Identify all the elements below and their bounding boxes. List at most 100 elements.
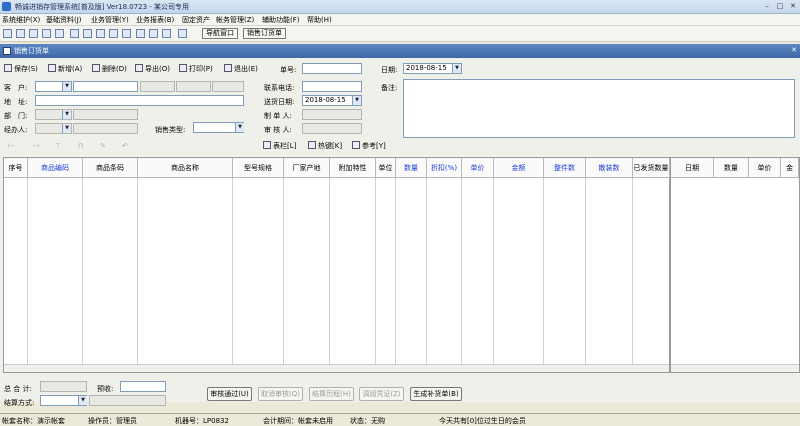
- menu-auxiliary[interactable]: 辅助功能(F): [262, 15, 300, 25]
- status-account: 帐套名称：演示帐套: [2, 417, 65, 425]
- column-header[interactable]: 序号: [4, 158, 28, 178]
- column-header[interactable]: 数量: [714, 158, 749, 178]
- toolbar-icon-12[interactable]: [149, 29, 158, 38]
- close-button[interactable]: ✕: [788, 2, 798, 11]
- department-select[interactable]: ▼: [35, 109, 72, 120]
- status-period: 会计期间：帐套未启用: [263, 417, 333, 425]
- minimize-button[interactable]: –: [762, 2, 772, 11]
- status-birthday: 今天共有[0]位过生日的会员: [439, 417, 526, 425]
- menu-accounts[interactable]: 帐务管理(Z): [216, 15, 254, 25]
- address-input[interactable]: [35, 95, 244, 106]
- column-header[interactable]: 日期: [671, 158, 714, 178]
- approve-button[interactable]: 审核通过(U): [207, 387, 252, 401]
- customer-input[interactable]: [73, 81, 138, 92]
- calendar-dropdown-icon[interactable]: ▼: [452, 64, 461, 73]
- view-voucher-button[interactable]: 调阅凭证(Z): [359, 387, 404, 401]
- toolbar-icon-7[interactable]: [83, 29, 92, 38]
- toolbar-icon-6[interactable]: [70, 29, 79, 38]
- handler-select[interactable]: ▼: [35, 123, 72, 134]
- print-button[interactable]: 打印(P): [179, 64, 213, 75]
- chevron-down-icon[interactable]: ▼: [78, 396, 87, 405]
- delivery-date-field[interactable]: 2018-08-15 ▼: [302, 95, 362, 106]
- settlement-history-button[interactable]: 结算历程(H): [309, 387, 354, 401]
- department-input[interactable]: [73, 109, 138, 120]
- exit-button[interactable]: 退出(E): [224, 64, 258, 75]
- column-header[interactable]: 厂家产地: [284, 158, 330, 178]
- column-header[interactable]: 商品名称: [138, 158, 233, 178]
- plus-icon: [48, 64, 56, 72]
- chevron-down-icon[interactable]: ▼: [62, 82, 71, 91]
- add-button[interactable]: 新增(A): [48, 64, 82, 75]
- column-header[interactable]: 散装数: [586, 158, 633, 178]
- column-header[interactable]: 型号规格: [233, 158, 284, 178]
- calendar-dropdown-icon[interactable]: ▼: [352, 96, 361, 105]
- menu-reports[interactable]: 业务报表(B): [136, 15, 174, 25]
- column-header[interactable]: 商品编码: [28, 158, 83, 178]
- order-items-table[interactable]: 序号 商品编码 商品条码 商品名称 型号规格 厂家产地 附加特性 单位 数量 折…: [3, 157, 670, 373]
- sales-order-tab-button[interactable]: 销售订货单: [243, 28, 286, 39]
- toolbar-icon-8[interactable]: [96, 29, 105, 38]
- customer-extra-3: [212, 81, 244, 92]
- prepaid-input[interactable]: [120, 381, 166, 392]
- column-header[interactable]: 整件数: [544, 158, 586, 178]
- menu-fixed-assets[interactable]: 固定资产: [182, 15, 210, 25]
- column-header[interactable]: 单位: [376, 158, 396, 178]
- auditor-field: [302, 123, 362, 134]
- column-header[interactable]: 单价: [462, 158, 494, 178]
- handler-input[interactable]: [73, 123, 138, 134]
- save-button[interactable]: 保存(S): [4, 64, 38, 75]
- menu-basic-data[interactable]: 基础资料(J): [46, 15, 82, 25]
- toolbar-icon-3[interactable]: [29, 29, 38, 38]
- menu-system[interactable]: 系统维护(X): [2, 15, 40, 25]
- printer-icon: [179, 64, 187, 72]
- export-button[interactable]: 导出(O): [135, 64, 170, 75]
- remark-label: 备注:: [381, 84, 398, 92]
- remark-textarea[interactable]: [403, 79, 795, 138]
- status-machine: 机器号：LP0832: [175, 417, 229, 425]
- toolbar-icon-2[interactable]: [16, 29, 25, 38]
- column-header[interactable]: 金额: [494, 158, 544, 178]
- date-field[interactable]: 2018-08-15 ▼: [403, 63, 462, 74]
- menu-business[interactable]: 业务管理(Y): [91, 15, 129, 25]
- child-close-button[interactable]: ✕: [791, 46, 797, 54]
- maximize-button[interactable]: □: [775, 2, 785, 11]
- column-header[interactable]: 单价: [749, 158, 781, 178]
- nav-window-button[interactable]: 导航窗口: [202, 28, 238, 39]
- toolbar-icon-11[interactable]: [136, 29, 145, 38]
- chevron-down-icon[interactable]: ▼: [62, 110, 71, 119]
- chevron-down-icon[interactable]: ▼: [62, 124, 71, 133]
- hotkeys-button[interactable]: 热键[K]: [308, 141, 342, 152]
- column-header[interactable]: 数量: [396, 158, 427, 178]
- handler-label: 经办人:: [4, 126, 28, 134]
- history-table[interactable]: 日期 数量 单价 金: [670, 157, 800, 373]
- column-header[interactable]: 金: [781, 158, 799, 178]
- cancel-approve-button[interactable]: 取消审核(Q): [258, 387, 303, 401]
- toolbar-icon-5[interactable]: [55, 29, 64, 38]
- toolbar-icon-4[interactable]: [42, 29, 51, 38]
- order-no-input[interactable]: [302, 63, 362, 74]
- columns-button[interactable]: 表栏[L]: [263, 141, 296, 152]
- delete-button[interactable]: 删除(D): [92, 64, 127, 75]
- column-header[interactable]: 附加特性: [330, 158, 376, 178]
- horizontal-scrollbar[interactable]: [4, 364, 669, 372]
- toolbar-icon-14[interactable]: [178, 29, 187, 38]
- horizontal-scrollbar[interactable]: [671, 364, 799, 372]
- generate-replenish-button[interactable]: 生成补货单(B): [410, 387, 462, 401]
- toolbar-icon-9[interactable]: [109, 29, 118, 38]
- menu-help[interactable]: 帮助(H): [307, 15, 332, 25]
- reference-button[interactable]: 参考[Y]: [352, 141, 386, 152]
- total-field: [40, 381, 87, 392]
- creator-field: [302, 109, 362, 120]
- save-icon: [4, 64, 12, 72]
- customer-type-select[interactable]: ▼: [35, 81, 72, 92]
- column-header[interactable]: 商品条码: [83, 158, 138, 178]
- prev-row-icon: ⊣: [33, 142, 40, 150]
- toolbar-icon-1[interactable]: [3, 29, 12, 38]
- column-header[interactable]: 折扣(%): [427, 158, 462, 178]
- chevron-down-icon[interactable]: ▼: [235, 123, 244, 132]
- toolbar-icon-10[interactable]: [122, 29, 131, 38]
- menu-bar: 系统维护(X) 基础资料(J) 业务管理(Y) 业务报表(B) 固定资产 帐务管…: [0, 14, 800, 26]
- column-header[interactable]: 已发货数量: [633, 158, 670, 178]
- toolbar-icon-13[interactable]: [162, 29, 171, 38]
- phone-input[interactable]: [302, 81, 362, 92]
